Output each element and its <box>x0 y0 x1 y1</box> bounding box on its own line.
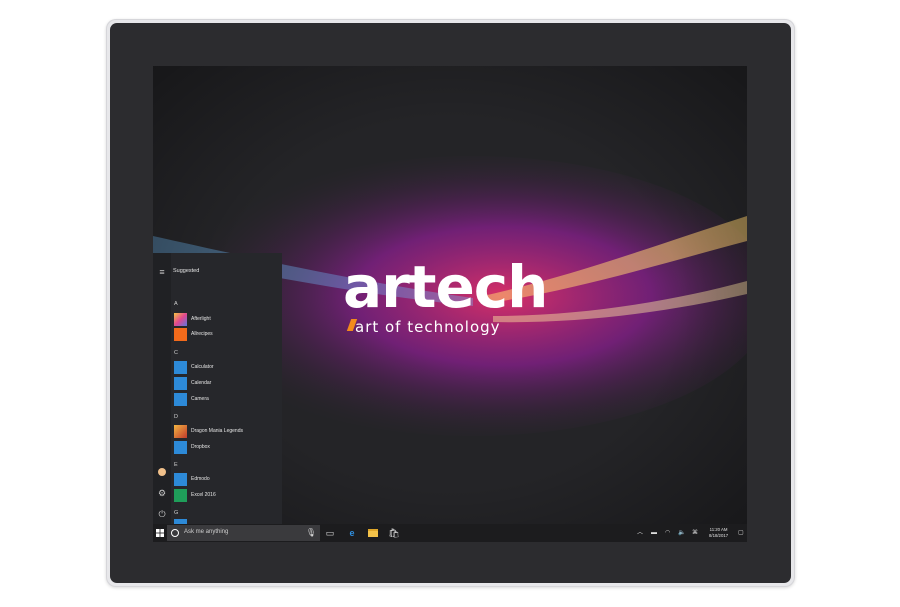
start-menu: ≡ ⚙ ⏻ Suggested A Afterlight Allrecipes … <box>153 253 282 524</box>
edge-browser-icon[interactable]: e <box>346 527 358 539</box>
artech-tagline: art of technology <box>355 318 501 336</box>
system-clock[interactable]: 11:20 AM 8/18/2017 <box>709 527 728 538</box>
action-center-icon[interactable]: ▢ <box>738 529 744 537</box>
suggested-heading: Suggested <box>173 268 200 274</box>
cortana-icon <box>171 529 179 537</box>
edmodo-icon <box>174 473 187 486</box>
clock-date: 8/18/2017 <box>709 532 729 538</box>
windows-logo-icon <box>156 529 164 537</box>
app-label: Calculator <box>191 364 214 370</box>
app-item-calendar[interactable]: Calendar <box>174 377 279 390</box>
search-placeholder: Ask me anything <box>184 529 229 535</box>
microphone-icon[interactable]: 🎙 <box>306 528 316 537</box>
allrecipes-icon <box>174 328 187 341</box>
afterlight-icon <box>174 313 187 326</box>
calculator-icon <box>174 361 187 374</box>
artech-wordmark: artech <box>343 253 548 321</box>
app-item-dropbox[interactable]: Dropbox <box>174 441 279 454</box>
app-label: Dropbox <box>191 444 210 450</box>
app-label: Edmodo <box>191 476 210 482</box>
group-letter-e[interactable]: E <box>174 462 178 468</box>
app-item-edmodo[interactable]: Edmodo <box>174 473 279 486</box>
hamburger-menu-icon[interactable]: ≡ <box>157 267 167 277</box>
app-item-excel-2016[interactable]: Excel 2016 <box>174 489 279 502</box>
volume-icon[interactable]: 🔈 <box>678 529 685 537</box>
app-label: Allrecipes <box>191 331 213 337</box>
dropbox-icon <box>174 441 187 454</box>
network-icon[interactable]: ⌘ <box>692 529 698 537</box>
task-view-icon[interactable]: ▭ <box>324 527 336 539</box>
app-item-camera[interactable]: Camera <box>174 393 279 406</box>
screen: artech art of technology ≡ ⚙ ⏻ Suggested… <box>153 66 747 542</box>
app-label: Dragon Mania Legends <box>191 428 243 434</box>
app-item-afterlight[interactable]: Afterlight <box>174 313 279 326</box>
group-letter-c[interactable]: C <box>174 350 178 356</box>
user-avatar-icon[interactable] <box>157 467 167 477</box>
clock-time: 11:20 AM <box>709 527 728 532</box>
battery-icon[interactable]: ▬ <box>651 529 657 537</box>
app-label: Afterlight <box>191 316 211 322</box>
power-icon[interactable]: ⏻ <box>157 509 167 519</box>
group-letter-d[interactable]: D <box>174 414 178 420</box>
dragon-mania-icon <box>174 425 187 438</box>
app-label: Camera <box>191 396 209 402</box>
start-menu-rail: ≡ ⚙ ⏻ <box>153 253 171 524</box>
group-letter-g[interactable]: G <box>174 510 178 516</box>
app-item-calculator[interactable]: Calculator <box>174 361 279 374</box>
app-label: Excel 2016 <box>191 492 216 498</box>
app-item-dragon-mania-legends[interactable]: Dragon Mania Legends <box>174 425 279 438</box>
show-hidden-icons-chevron-icon[interactable]: ︿ <box>637 529 643 537</box>
app-item-allrecipes[interactable]: Allrecipes <box>174 328 279 341</box>
cortana-search-box[interactable]: Ask me anything 🎙 <box>167 525 320 541</box>
excel-icon <box>174 489 187 502</box>
calendar-icon <box>174 377 187 390</box>
wifi-icon[interactable]: ◠ <box>665 529 670 537</box>
camera-icon <box>174 393 187 406</box>
settings-gear-icon[interactable]: ⚙ <box>157 488 167 498</box>
group-letter-a[interactable]: A <box>174 301 178 307</box>
file-explorer-icon[interactable] <box>367 527 379 539</box>
app-label: Calendar <box>191 380 212 386</box>
start-button[interactable] <box>153 524 167 542</box>
store-icon[interactable]: 🛍 <box>388 527 400 539</box>
taskbar: Ask me anything 🎙 ▭ e 🛍 ︿ ▬ ◠ 🔈 ⌘ 11:20 … <box>153 524 747 542</box>
